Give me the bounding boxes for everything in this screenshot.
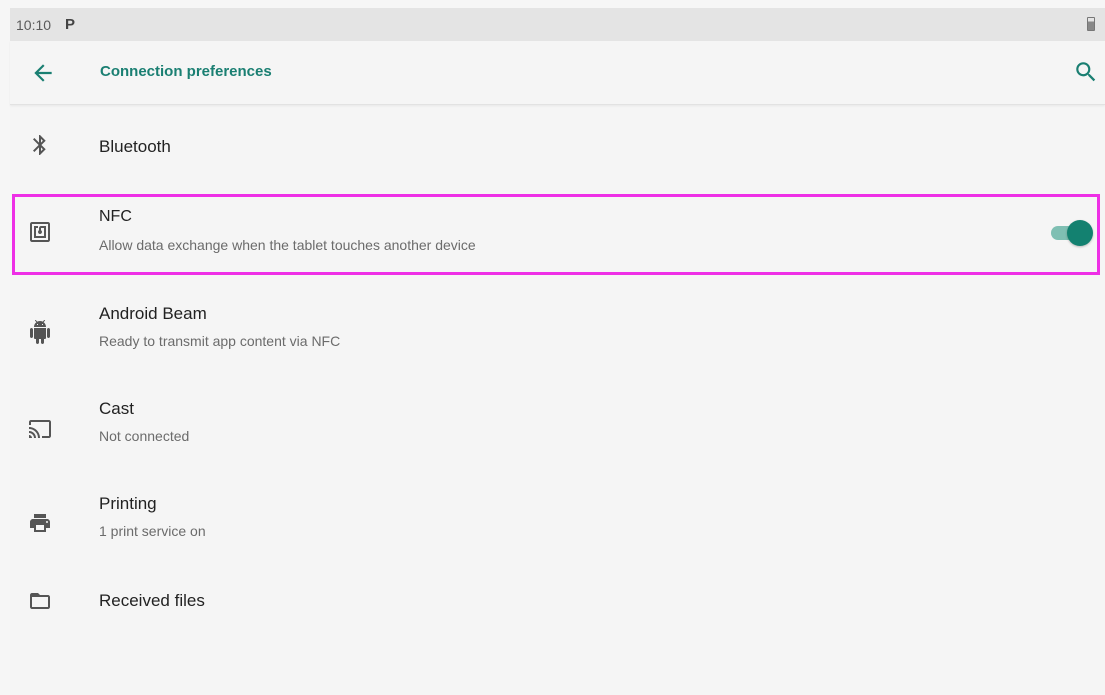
item-subtitle: Not connected [99,428,190,444]
arrow-back-icon[interactable] [30,60,56,86]
notification-icon: P [65,16,76,33]
list-item-received-files[interactable]: Received files [10,575,1105,661]
status-time: 10:10 [16,16,52,33]
toggle-thumb [1067,220,1093,246]
printer-icon [30,514,50,532]
item-title: Printing [99,494,157,513]
page-title: Connection preferences [100,63,272,80]
screen: 10:10 P Connection preferences Bluetooth [0,0,1105,695]
battery-icon [1087,17,1095,31]
list-item-android-beam[interactable]: Android Beam Ready to transmit app conte… [10,290,1105,382]
list-item-cast[interactable]: Cast Not connected [10,385,1105,479]
search-icon[interactable] [1073,59,1099,85]
cast-icon [29,420,51,438]
item-subtitle: Ready to transmit app content via NFC [99,333,341,349]
settings-window: 10:10 P Connection preferences Bluetooth [10,8,1105,695]
item-title: Received files [99,591,205,610]
nfc-highlight-box [12,194,1100,275]
nfc-toggle[interactable] [1047,220,1093,246]
status-bar: 10:10 P [10,8,1105,41]
item-title: Cast [99,399,134,418]
list-item-bluetooth[interactable]: Bluetooth [10,105,1105,187]
item-title: Bluetooth [99,137,171,156]
bluetooth-icon [33,135,46,155]
item-title: Android Beam [99,304,207,323]
android-icon [30,320,50,344]
list-item-printing[interactable]: Printing 1 print service on [10,480,1105,574]
app-bar: Connection preferences [10,41,1105,105]
folder-icon [30,593,50,609]
item-subtitle: 1 print service on [99,523,206,539]
